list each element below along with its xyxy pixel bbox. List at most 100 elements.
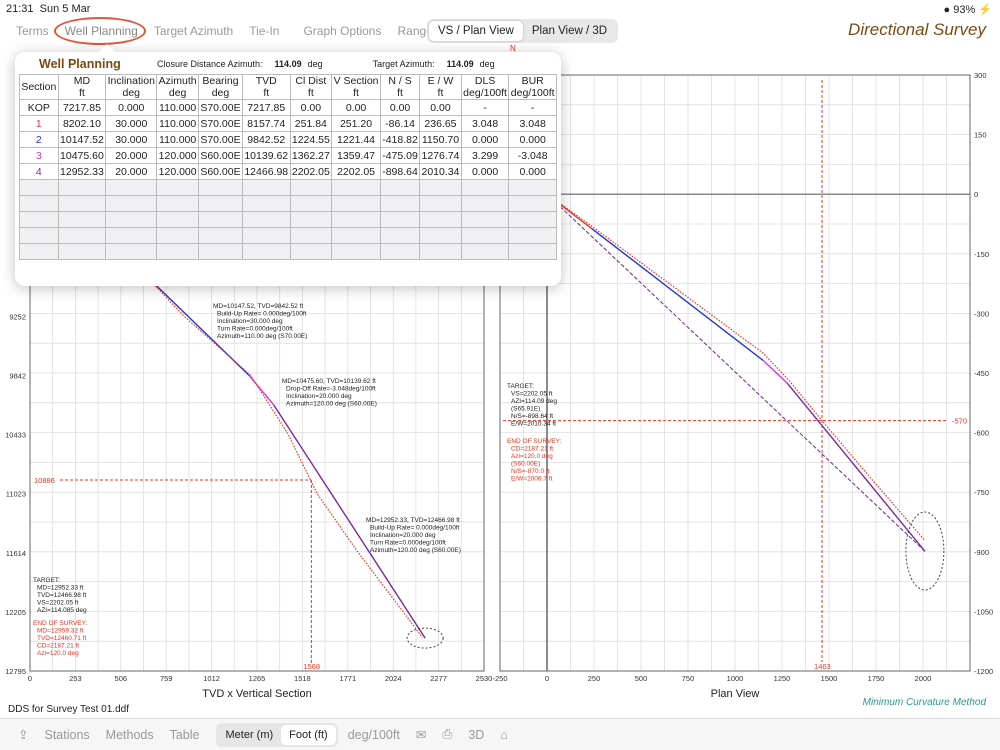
- table-cell: 7217.85: [57, 99, 107, 116]
- y-tick-label: -1050: [974, 607, 993, 616]
- column-header: DLS deg/100ft: [460, 74, 510, 100]
- table-cell: 0.000: [460, 131, 510, 148]
- column-header: Inclination deg: [105, 74, 158, 100]
- annotation: Turn Rate=0.000deg/100ft: [370, 540, 446, 547]
- table-cell: 10475.60: [57, 147, 107, 164]
- table-row[interactable]: 2 10147.52 30.000 110.000 S70.00E 9842.52 1224…: [19, 131, 557, 148]
- table-row[interactable]: 1 8202.10 30.000 110.000 S70.00E 8157.74 251.8…: [19, 115, 557, 132]
- x-tick-label: 0: [28, 674, 32, 683]
- target-box: AZI=114.085 deg: [37, 607, 87, 614]
- y-tick-label: -300: [974, 309, 989, 318]
- table-cell: 20.000: [105, 147, 158, 164]
- table-cell: 0.000: [460, 163, 510, 180]
- table-cell: 8202.10: [57, 115, 107, 132]
- table-cell: 0.000: [105, 99, 158, 116]
- end-of-survey-box: Azi=120.0 deg: [511, 453, 553, 460]
- table-row[interactable]: KOP 7217.85 0.000 110.000 S70.00E 7217.85 0.00…: [19, 99, 557, 116]
- share-icon[interactable]: ⇪: [18, 727, 28, 742]
- x-tick-label: 506: [115, 674, 128, 683]
- table-cell: 4: [19, 163, 59, 180]
- table-cell: 3: [19, 147, 59, 164]
- table-cell: 2010.34: [419, 163, 462, 180]
- annotation: Azimuth=110.00 deg (S70.00E): [217, 333, 307, 340]
- closure-value: 114.09: [274, 59, 302, 69]
- table-cell: -: [508, 99, 557, 116]
- column-header: E / Wft: [419, 74, 462, 100]
- table-cell: 30.000: [105, 115, 158, 132]
- empty-row: [19, 227, 557, 244]
- annotation: Inclination=20.000 deg: [286, 393, 352, 400]
- annotation: Inclination=20.000 deg: [370, 532, 436, 539]
- table-row[interactable]: 3 10475.60 20.000 120.000 S60.00E 10139.62 136…: [19, 147, 557, 164]
- column-header: Section: [19, 74, 59, 100]
- y-tick-label: -600: [974, 429, 989, 438]
- target-box: MD=12952.33 ft: [37, 585, 84, 592]
- target-box: VS=2202.05 ft: [37, 600, 79, 607]
- x-tick-label: 1750: [868, 674, 885, 683]
- target-box: TARGET:: [507, 383, 534, 390]
- print-icon[interactable]: ⎙: [442, 727, 452, 742]
- table-cell: KOP: [19, 99, 59, 116]
- stations-button[interactable]: Stations: [44, 728, 89, 742]
- chart-title: TVD x Vertical Section: [202, 688, 311, 700]
- y-tick-label: 12795: [5, 667, 26, 676]
- table-cell: S70.00E: [197, 99, 243, 116]
- crosshair-y-label: -570: [952, 417, 967, 426]
- x-tick-label: 500: [635, 674, 648, 683]
- empty-row: [19, 243, 557, 260]
- plan-segment: [786, 382, 926, 552]
- table-cell: 2202.05: [331, 163, 381, 180]
- crosshair-y-label: 10886: [34, 476, 55, 485]
- methods-button[interactable]: Methods: [106, 728, 154, 742]
- annotation: Azimuth=120.00 deg (S60.00E): [370, 547, 461, 554]
- table-cell: S70.00E: [197, 115, 243, 132]
- x-tick-label: 1000: [727, 674, 744, 683]
- table-row[interactable]: 4 12952.33 20.000 120.000 S60.00E 12466.98 220…: [19, 163, 557, 180]
- table-cell: 12952.33: [57, 163, 107, 180]
- annotation: MD=12952.33, TVD=12466.98 ft: [366, 517, 460, 524]
- table-cell: 2: [19, 131, 59, 148]
- crosshair-x-label: 1568: [303, 662, 320, 671]
- target-unit: deg: [479, 59, 495, 69]
- annotation: Build-Up Rate= 0.000deg/100ft: [217, 311, 307, 318]
- table-cell: 20.000: [105, 163, 158, 180]
- method-label: Minimum Curvature Method: [862, 697, 986, 708]
- table-cell: 0.000: [508, 131, 557, 148]
- unit-meter[interactable]: Meter (m): [218, 725, 282, 745]
- y-tick-label: 10433: [5, 431, 26, 440]
- annotation: MD=10147.52, TVD=9842.52 ft: [213, 303, 303, 310]
- table-cell: 7217.85: [241, 99, 291, 116]
- x-tick-label: 1250: [774, 674, 791, 683]
- dls-unit-button[interactable]: deg/100ft: [348, 728, 400, 742]
- unit-toggle: Meter (m) Foot (ft): [215, 722, 338, 747]
- table-cell: 30.000: [105, 131, 158, 148]
- table-cell: -898.64: [379, 163, 421, 180]
- target-box: N/S=-898.64 ft: [511, 413, 553, 420]
- table-cell: 110.000: [156, 131, 199, 148]
- column-header: TVD ft: [241, 74, 291, 100]
- table-button[interactable]: Table: [170, 728, 200, 742]
- table-cell: 3.048: [460, 115, 510, 132]
- table-cell: 1359.47: [331, 147, 381, 164]
- y-tick-label: 9252: [9, 312, 26, 321]
- column-header: Cl Dist ft: [289, 74, 333, 100]
- closure-unit: deg: [307, 59, 323, 69]
- end-of-survey-box: CD=2187.21 ft: [37, 643, 79, 650]
- target-value: 114.09: [446, 59, 474, 69]
- 3d-button[interactable]: 3D: [468, 728, 484, 742]
- y-tick-label: 9842: [9, 371, 26, 380]
- end-of-survey-box: END OF SURVEY:: [507, 438, 562, 445]
- unit-foot[interactable]: Foot (ft): [281, 724, 336, 745]
- table-cell: 2202.05: [289, 163, 333, 180]
- x-tick-label: 1265: [249, 674, 266, 683]
- x-tick-label: 750: [682, 674, 695, 683]
- column-header: MD ft: [57, 74, 107, 100]
- mail-icon[interactable]: ✉: [416, 727, 426, 742]
- target-box: E/W=2010.34 ft: [511, 421, 556, 428]
- table-cell: 251.20: [331, 115, 381, 132]
- home-icon[interactable]: ⌂: [500, 728, 508, 742]
- closure-label: Closure Distance Azimuth:: [157, 59, 263, 69]
- table-cell: 3.299: [460, 147, 510, 164]
- x-tick-label: 2530: [476, 674, 493, 683]
- column-header: Bearing deg: [197, 74, 243, 100]
